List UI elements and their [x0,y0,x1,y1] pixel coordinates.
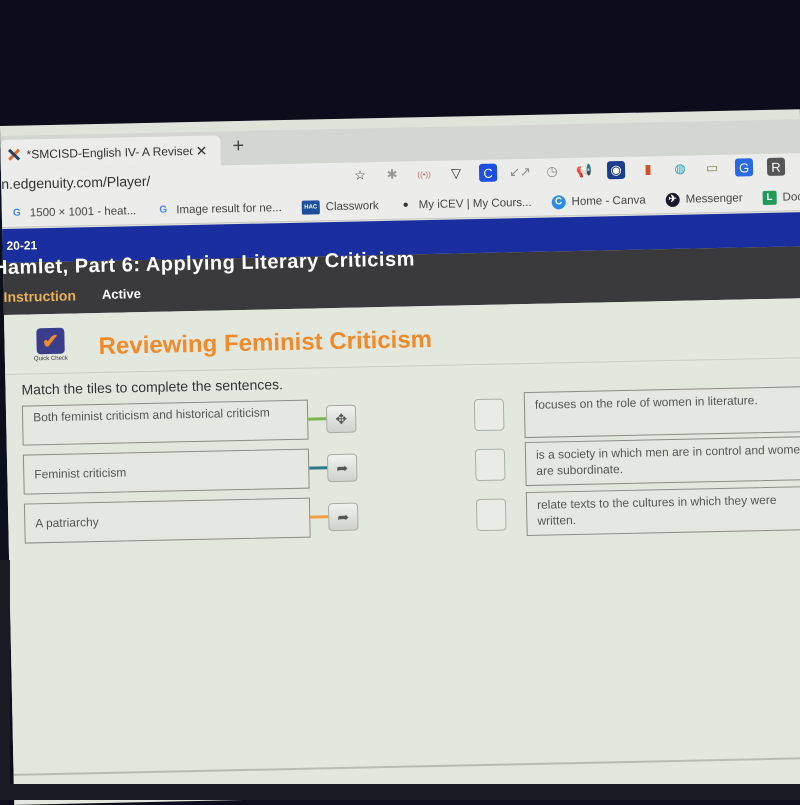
close-tab-icon[interactable]: ✕ [192,142,210,159]
right-tile[interactable]: relate texts to the cultures in which th… [525,485,800,537]
bookmark-favicon-icon: C [551,194,566,209]
tile-connector [310,515,329,519]
clock-icon[interactable]: ◷ [543,162,561,180]
bookmark-favicon-icon: ✈ [665,192,680,207]
translate-icon[interactable]: G [734,158,754,177]
bookmark-label: Docu [782,190,800,204]
bookmark-item[interactable]: HAC Classwork [301,199,379,215]
signal-icon[interactable]: ((•)) [415,165,433,183]
bookmark-item[interactable]: ✈ Messenger [665,191,743,207]
megaphone-icon[interactable]: 📢 [575,162,593,180]
globe-teal-icon[interactable]: ◍ [671,160,689,178]
move-icon: ✥ [335,410,348,427]
instructions: Match the tiles to complete the sentence… [21,376,284,398]
drop-target[interactable] [473,398,505,432]
bookmark-label: My iCEV | My Cours... [418,196,532,211]
drop-target[interactable] [474,448,506,482]
bookmark-item[interactable]: ● My iCEV | My Cours... [399,195,532,212]
drop-target[interactable] [475,498,507,532]
monitor-bezel-bottom [0,784,800,800]
browser-tab[interactable]: *SMCISD-English IV- A Revised 2 ✕ [0,135,221,170]
bookmark-favicon-icon: L [762,190,777,205]
edgenuity-favicon-icon [6,148,20,162]
activity-content: ✔ Quick Check Reviewing Feminist Critici… [3,297,800,805]
drag-handle[interactable]: ➦ [327,502,359,532]
quick-check-label: Quick Check [33,355,68,363]
nav-active[interactable]: Active [102,286,141,303]
bookmark-item[interactable]: L Docu [762,190,800,205]
profile-r-icon[interactable]: R [766,157,786,176]
right-tile[interactable]: is a society in which men are in control… [524,435,800,487]
drag-handle[interactable]: ✥ [325,404,357,434]
o-blue-icon[interactable]: ◉ [606,160,626,180]
c-blue-icon[interactable]: C [478,163,498,182]
quick-check-checkmark-icon: ✔ [36,327,65,355]
left-tile[interactable]: Feminist criticism [22,448,310,495]
bookmark-favicon-icon: HAC [301,199,320,215]
drag-handle[interactable]: ➦ [326,453,358,483]
bookmark-red-icon[interactable]: ▮ [639,160,657,178]
bookmark-label: 1500 × 1001 - heat... [29,204,137,219]
cast-icon[interactable]: ▭ [703,159,721,177]
extension-toolbar: ☆ ✱ ((•)) ▽ C ↙↗ ◷ 📢 ◉ ▮ ◍ ▭ G R [351,157,786,185]
nav-instruction[interactable]: Instruction [3,287,76,305]
tile-connector [308,417,327,421]
monitor-bezel-left [0,560,10,800]
arrow-icon: ➦ [337,508,350,525]
shield-icon[interactable]: ▽ [447,164,465,182]
left-tile[interactable]: Both feminist criticism and historical c… [21,399,309,446]
screen: *SMCISD-English IV- A Revised 2 ✕ + n.ed… [0,109,800,805]
tab-title: *SMCISD-English IV- A Revised 2 [26,143,193,162]
puzzle-icon[interactable]: ✱ [383,166,401,184]
lesson-nav: Instruction Active [3,286,141,305]
course-year: 20-21 [6,238,38,253]
activity-title: Reviewing Feminist Criticism [98,326,433,360]
bookmark-label: Home - Canva [571,193,646,208]
right-tile[interactable]: focuses on the role of women in literatu… [523,385,800,439]
new-tab-button[interactable]: + [232,135,244,158]
bookmark-item[interactable]: G 1500 × 1001 - heat... [10,204,137,221]
bookmark-label: Classwork [325,199,379,213]
bookmark-favicon-icon: G [159,204,168,216]
bookmark-label: Messenger [685,191,743,206]
arrows-icon[interactable]: ↙↗ [509,163,531,181]
tile-connector [309,466,328,470]
arrow-icon: ➦ [336,459,349,476]
bookmark-favicon-icon: G [12,207,21,219]
bookmark-label: Image result for ne... [176,201,282,216]
url-text[interactable]: n.edgenuity.com/Player/ [1,173,150,192]
star-icon[interactable]: ☆ [351,166,369,184]
bookmark-favicon-icon: ● [402,199,409,211]
left-tile[interactable]: A patriarchy [23,497,311,544]
bookmark-item[interactable]: C Home - Canva [551,193,646,209]
bookmark-item[interactable]: G Image result for ne... [156,201,282,218]
